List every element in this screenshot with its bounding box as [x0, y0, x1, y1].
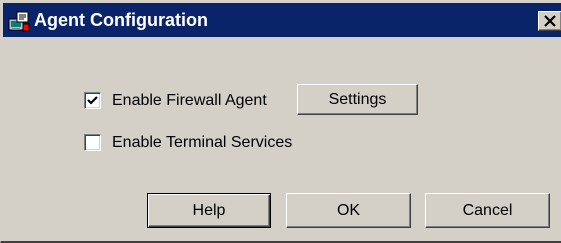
- ok-button[interactable]: OK: [286, 193, 411, 228]
- firewall-agent-label[interactable]: Enable Firewall Agent: [112, 92, 267, 110]
- close-icon: [544, 15, 556, 27]
- agent-computer-icon: [8, 10, 30, 32]
- terminal-services-label[interactable]: Enable Terminal Services: [112, 134, 292, 152]
- terminal-services-checkbox[interactable]: [84, 134, 101, 151]
- title-bar[interactable]: Agent Configuration: [3, 3, 561, 37]
- agent-configuration-dialog: Agent Configuration Enable Firewall Agen…: [0, 0, 561, 243]
- firewall-agent-checkbox[interactable]: [84, 92, 101, 109]
- window-title: Agent Configuration: [34, 10, 208, 30]
- cancel-button[interactable]: Cancel: [425, 193, 550, 228]
- checkmark-icon: [87, 96, 98, 105]
- close-button[interactable]: [538, 11, 561, 31]
- help-button[interactable]: Help: [147, 193, 271, 228]
- settings-button[interactable]: Settings: [297, 84, 418, 115]
